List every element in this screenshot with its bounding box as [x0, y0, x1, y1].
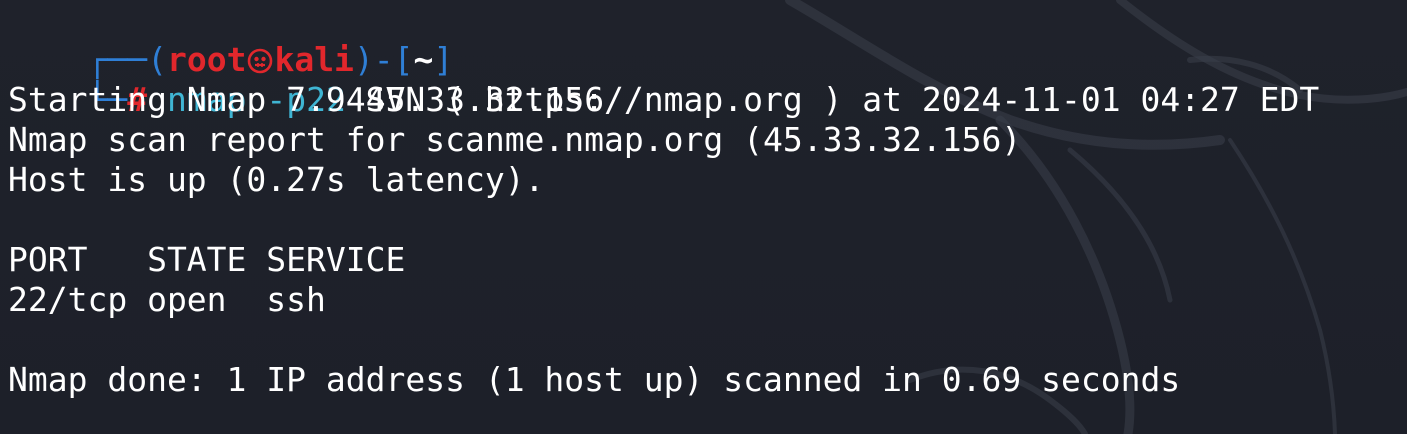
terminal-window[interactable]: ┌──(root kali)-[~] └─# nmap -p22 45.33.3…: [0, 0, 1407, 434]
prompt-header-line: ┌──(root kali)-[~]: [8, 0, 453, 79]
command-line[interactable]: └─# nmap -p22 45.33.32.156: [8, 40, 604, 119]
port-table-header: PORT STATE SERVICE: [8, 240, 406, 279]
port-table-row: 22/tcp open ssh: [8, 280, 326, 319]
output-line-host-up: Host is up (0.27s latency).: [8, 160, 545, 199]
output-line-starting: Starting Nmap 7.94SVN ( https://nmap.org…: [8, 80, 1320, 119]
output-line-summary: Nmap done: 1 IP address (1 host up) scan…: [8, 360, 1181, 399]
output-line-scan-report: Nmap scan report for scanme.nmap.org (45…: [8, 120, 1022, 159]
